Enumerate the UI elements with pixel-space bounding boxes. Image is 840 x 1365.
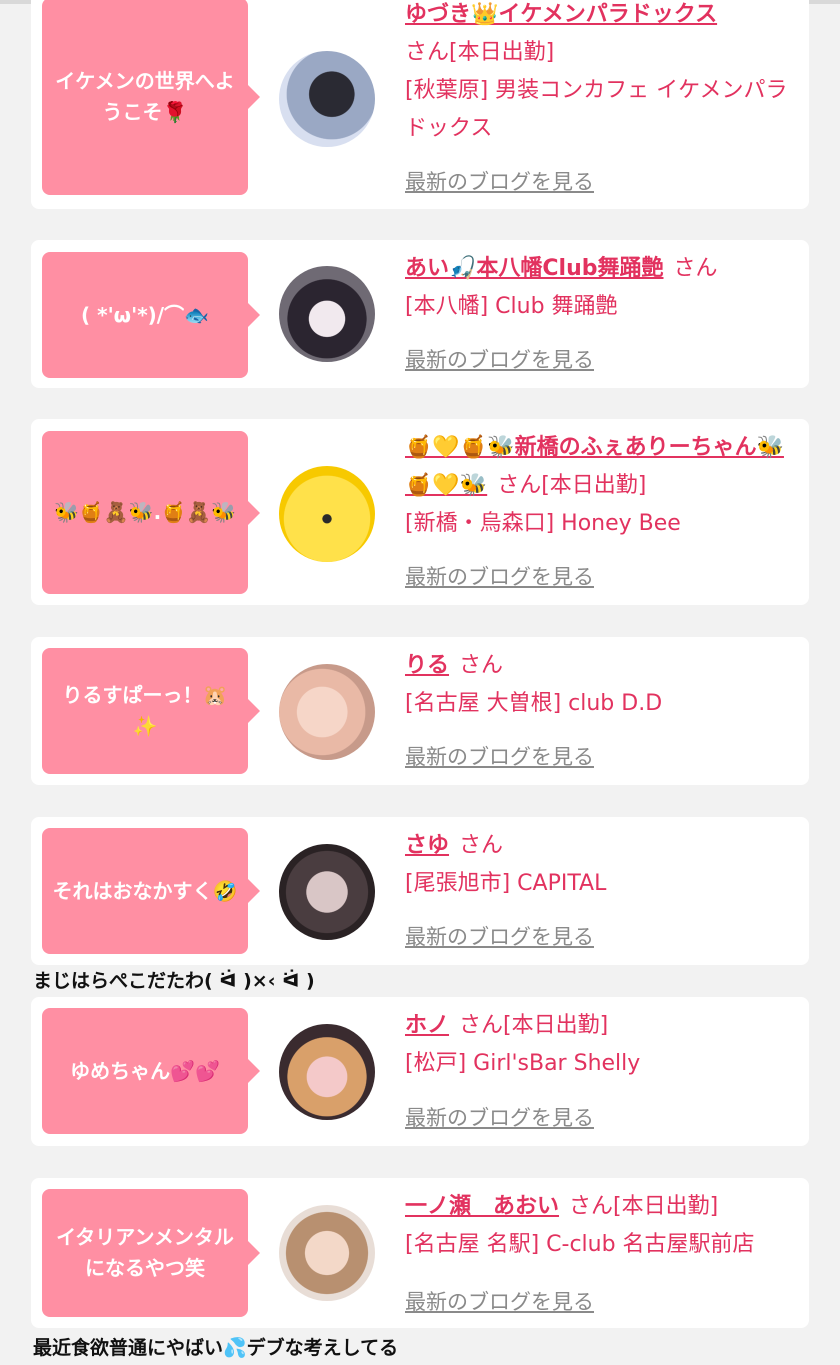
shop-name: [尾張旭市] CAPITAL: [405, 871, 607, 896]
cast-card: ゆめちゃん💕💕 ホノ さん[本日出勤] [松戸] Girl'sBar Shelly…: [31, 997, 809, 1146]
avatar[interactable]: [279, 51, 375, 147]
cast-card: イタリアンメンタルになるやつ笑 一ノ瀬 あおい さん[本日出勤] [名古屋 名駅]…: [31, 1178, 809, 1328]
cast-name-link[interactable]: ゆづき👑イケメンパラドックス: [405, 2, 717, 27]
comment-bubble: ゆめちゃん💕💕: [42, 1008, 260, 1134]
avatar[interactable]: [279, 266, 375, 362]
cast-card: イケメンの世界へようこそ🌹 ゆづき👑イケメンパラドックス さん[本日出勤] [秋…: [31, 0, 809, 209]
comment-text: イケメンの世界へようこそ🌹: [55, 68, 235, 124]
cast-name-link[interactable]: あい🎣本八幡Club舞踊艶: [405, 256, 664, 281]
latest-blog-link[interactable]: 最新のブログを見る: [405, 166, 594, 196]
cast-card: ( *'ω'*)/⌒🐟 あい🎣本八幡Club舞踊艶 さん [本八幡] Club 舞…: [31, 240, 809, 388]
cast-card: それはおなかすく🤣 さゆ さん [尾張旭市] CAPITAL 最新のブログを見る: [31, 817, 809, 965]
working-today-badge: [本日出勤]: [613, 1194, 719, 1219]
latest-blog-link[interactable]: 最新のブログを見る: [405, 921, 594, 951]
comment-bubble: ( *'ω'*)/⌒🐟: [42, 252, 260, 378]
shop-name: [名古屋 大曽根] club D.D: [405, 691, 663, 716]
shop-name: [松戸] Girl'sBar Shelly: [405, 1051, 641, 1076]
shop-name: [秋葉原] 男装コンカフェ イケメンパラドックス: [405, 78, 788, 141]
shop-name: [新橋・烏森口] Honey Bee: [405, 511, 681, 536]
avatar[interactable]: [279, 664, 375, 760]
avatar[interactable]: [279, 466, 375, 562]
comment-caption: 最近食欲普通にやばい💦デブな考えしてる: [33, 1337, 399, 1359]
cast-name-link[interactable]: さゆ: [405, 833, 449, 858]
comment-text: りるすぱーっ！🐹✨: [62, 683, 228, 738]
cast-name-link[interactable]: ホノ: [405, 1013, 449, 1038]
comment-caption: まじはらぺこだたわ( ᐛ )×‹ ᐛ ): [33, 970, 315, 992]
working-today-badge: [本日出勤]: [449, 40, 555, 65]
latest-blog-link[interactable]: 最新のブログを見る: [405, 561, 594, 591]
honorific: さん: [459, 653, 504, 678]
working-today-badge: [本日出勤]: [541, 473, 647, 498]
honorific: さん: [673, 256, 718, 281]
working-today-badge: [本日出勤]: [503, 1013, 609, 1038]
cast-name-link[interactable]: りる: [405, 653, 449, 678]
honorific: さん: [405, 40, 450, 65]
comment-bubble: イタリアンメンタルになるやつ笑: [42, 1189, 260, 1317]
comment-bubble: りるすぱーっ！🐹✨: [42, 648, 260, 774]
comment-text: イタリアンメンタルになるやつ笑: [56, 1225, 234, 1280]
comment-text: ( *'ω'*)/⌒🐟: [81, 302, 209, 327]
latest-blog-link[interactable]: 最新のブログを見る: [405, 1102, 594, 1132]
avatar[interactable]: [279, 1205, 375, 1301]
honorific: さん: [459, 833, 504, 858]
honorific: さん: [459, 1013, 504, 1038]
latest-blog-link[interactable]: 最新のブログを見る: [405, 741, 594, 771]
cast-card: 🐝🍯🧸🐝.🍯🧸🐝 🍯💛🍯🐝新橋のふぇありーちゃん🐝🍯💛🐝 さん[本日出勤] [新橋…: [31, 419, 809, 605]
honorific: さん: [569, 1194, 614, 1219]
honorific: さん: [497, 473, 542, 498]
comment-text: ゆめちゃん💕💕: [70, 1058, 220, 1083]
shop-name: [本八幡] Club 舞踊艶: [405, 294, 618, 319]
shop-name: [名古屋 名駅] C-club 名古屋駅前店: [405, 1232, 755, 1257]
avatar[interactable]: [279, 1024, 375, 1120]
cast-card: りるすぱーっ！🐹✨ りる さん [名古屋 大曽根] club D.D 最新のブログ…: [31, 637, 809, 785]
comment-text: 🐝🍯🧸🐝.🍯🧸🐝: [54, 500, 236, 524]
latest-blog-link[interactable]: 最新のブログを見る: [405, 344, 594, 374]
comment-bubble: 🐝🍯🧸🐝.🍯🧸🐝: [42, 431, 260, 594]
avatar[interactable]: [279, 844, 375, 940]
comment-bubble: それはおなかすく🤣: [42, 828, 260, 954]
comment-text: それはおなかすく🤣: [52, 878, 238, 903]
comment-bubble: イケメンの世界へようこそ🌹: [42, 0, 260, 195]
latest-blog-link[interactable]: 最新のブログを見る: [405, 1286, 594, 1316]
cast-name-link[interactable]: 一ノ瀬 あおい: [405, 1194, 559, 1219]
